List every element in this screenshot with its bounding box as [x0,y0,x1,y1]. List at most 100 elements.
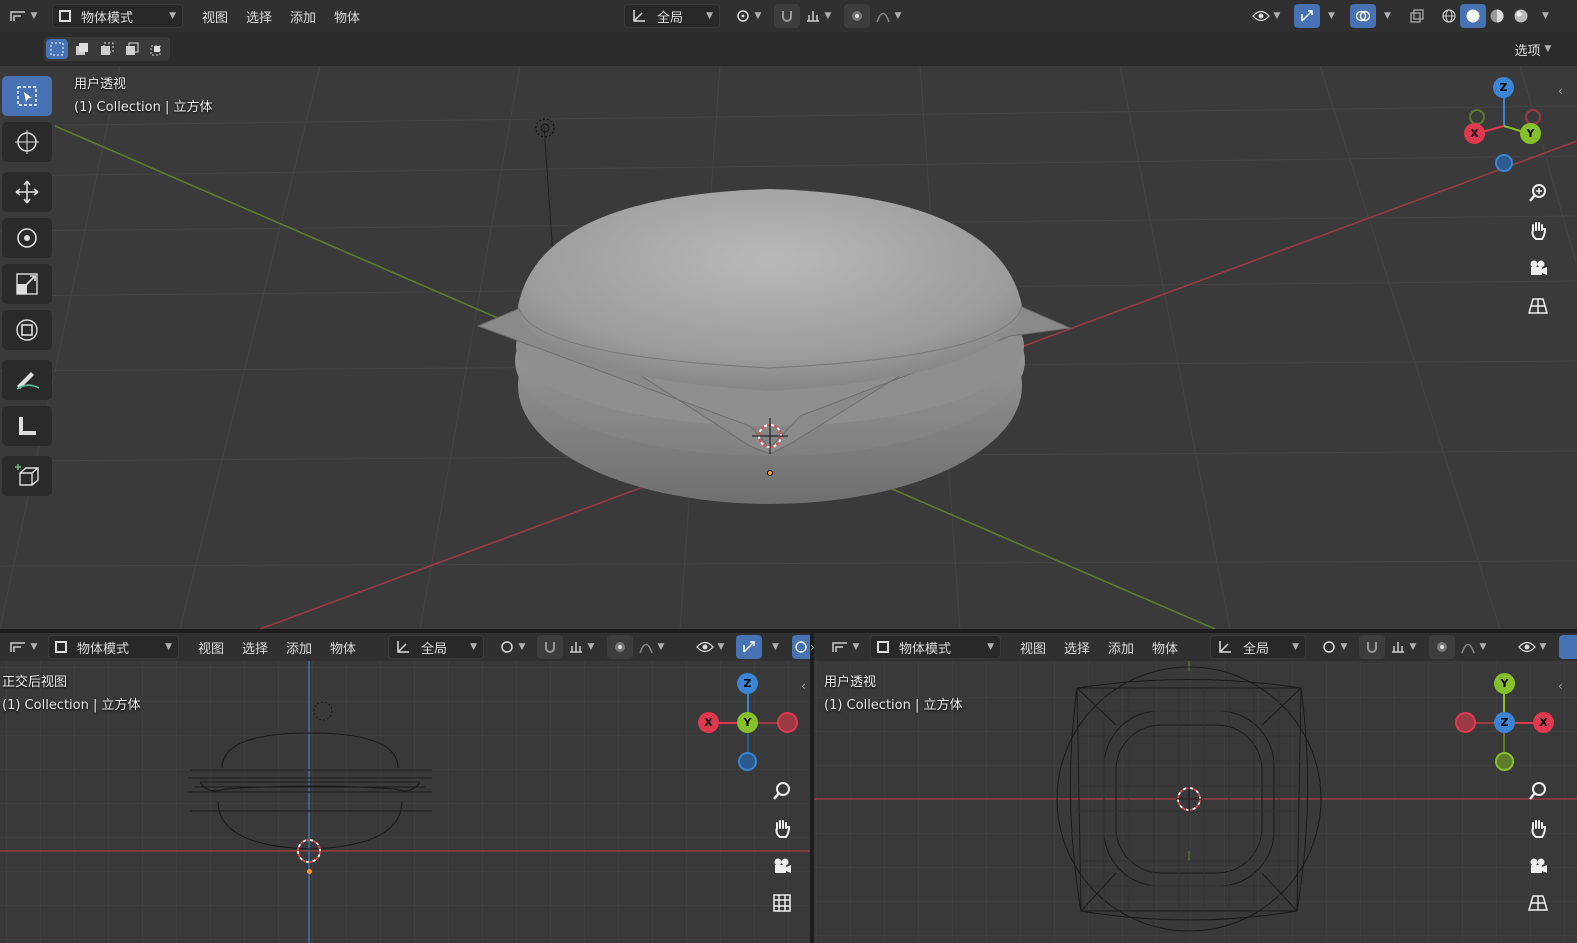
proportional-edit-toggle[interactable] [844,4,870,28]
select-subtract-button[interactable] [96,39,118,59]
sidebar-toggle-arrow[interactable]: ‹ [1558,84,1563,98]
tool-select-box[interactable] [2,76,52,116]
proportional-falloff-dropdown[interactable]: ▼ [870,4,906,28]
pan-button[interactable] [766,812,798,844]
tool-scale[interactable] [2,264,52,304]
zoom-button[interactable] [1522,775,1554,807]
menu-add[interactable]: 添加 [1099,635,1143,659]
proportional-edit-toggle[interactable] [1429,635,1455,659]
ortho-toggle-button[interactable] [766,887,798,919]
camera-view-button[interactable] [1522,850,1554,882]
menu-add[interactable]: 添加 [281,4,325,28]
menu-add[interactable]: 添加 [277,635,321,659]
camera-view-button[interactable] [766,850,798,882]
zoom-button[interactable] [1522,177,1554,209]
pivot-point-button[interactable]: ▼ [730,4,766,28]
gizmo-neg-x[interactable] [777,712,798,733]
menu-object[interactable]: 物体 [325,4,369,28]
menu-view[interactable]: 视图 [189,635,233,659]
gizmo-x[interactable]: X [1464,123,1485,144]
pivot-point-button[interactable]: ▼ [1316,635,1352,659]
gizmo-neg-z[interactable] [738,752,757,771]
select-difference-button[interactable] [121,39,143,59]
gizmo-z[interactable]: Z [737,673,758,694]
proportional-edit-toggle[interactable] [607,635,633,659]
gizmo-toggle[interactable] [736,635,762,659]
3d-cursor[interactable] [296,838,322,864]
menu-view[interactable]: 视图 [1011,635,1055,659]
editor-type-button[interactable]: ▼ [6,4,40,28]
navigation-gizmo[interactable]: Z X Y [1455,76,1545,176]
transform-orientation-dropdown[interactable]: 全局 ▼ [624,4,720,28]
pan-button[interactable] [1522,214,1554,246]
sidebar-toggle-arrow[interactable]: ‹ [801,679,806,693]
tool-move[interactable] [2,172,52,212]
sidebar-toggle-arrow-left[interactable]: › [810,640,815,654]
editor-type-button[interactable]: ▼ [6,635,40,659]
xray-toggle[interactable] [1404,4,1430,28]
gizmo-y[interactable]: Y [1520,123,1541,144]
light-object[interactable] [531,114,559,142]
tool-rotate[interactable] [2,218,52,258]
shading-wireframe[interactable] [1436,4,1462,28]
mode-dropdown[interactable]: 物体模式 ▼ [52,4,183,28]
select-intersect-button[interactable] [146,39,168,59]
snap-target-dropdown[interactable]: ▼ [1385,635,1421,659]
tool-transform[interactable] [2,310,52,350]
perspective-toggle-button[interactable] [1522,290,1554,322]
mode-dropdown[interactable]: 物体模式 ▼ [870,635,1001,659]
pivot-point-button[interactable]: ▼ [494,635,530,659]
snap-target-dropdown[interactable]: ▼ [800,4,836,28]
tool-annotate[interactable] [2,360,52,400]
proportional-falloff-dropdown[interactable]: ▼ [633,635,669,659]
tool-cursor[interactable] [2,122,52,162]
gizmo-toggle[interactable] [1294,4,1320,28]
gizmo-z[interactable]: Z [1493,77,1514,98]
gizmo-y[interactable]: Y [737,712,758,733]
snap-toggle[interactable] [774,4,800,28]
proportional-falloff-dropdown[interactable]: ▼ [1455,635,1491,659]
snap-toggle[interactable] [1359,635,1385,659]
menu-select[interactable]: 选择 [1055,635,1099,659]
zoom-button[interactable] [766,775,798,807]
visibility-dropdown[interactable]: ▼ [1514,635,1550,659]
gizmo-neg-x[interactable] [1455,712,1476,733]
select-new-button[interactable] [46,39,68,59]
perspective-toggle-button[interactable] [1522,887,1554,919]
gizmo-dropdown[interactable]: ▼ [772,642,779,652]
pan-button[interactable] [1522,812,1554,844]
gizmo-z[interactable]: Z [1494,712,1515,733]
shading-solid[interactable] [1460,4,1486,28]
overlays-dropdown[interactable]: ▼ [1384,11,1391,21]
select-extend-button[interactable] [71,39,93,59]
menu-object[interactable]: 物体 [1143,635,1187,659]
shading-dropdown[interactable]: ▼ [1542,11,1549,21]
overlays-toggle[interactable] [1350,4,1376,28]
menu-view[interactable]: 视图 [193,4,237,28]
shading-material[interactable] [1484,4,1510,28]
overlays-toggle[interactable] [792,635,810,659]
options-dropdown[interactable]: 选项 ▼ [1503,37,1563,61]
transform-orientation-dropdown[interactable]: 全局 ▼ [1210,635,1306,659]
menu-select[interactable]: 选择 [233,635,277,659]
gizmo-y[interactable]: Y [1494,673,1515,694]
sidebar-toggle-arrow[interactable]: ‹ [1558,679,1563,693]
gizmo-x[interactable]: X [1533,712,1554,733]
transform-orientation-dropdown[interactable]: 全局 ▼ [388,635,484,659]
visibility-dropdown[interactable]: ▼ [692,635,728,659]
shading-rendered[interactable] [1508,4,1534,28]
camera-view-button[interactable] [1522,252,1554,284]
bottom-left-viewport[interactable]: 正交后视图 (1) Collection | 立方体 Z X Y ‹ [0,661,810,943]
main-viewport[interactable]: 用户透视 (1) Collection | 立方体 Z X Y ‹ [0,66,1577,629]
3d-cursor[interactable] [1176,786,1202,812]
navigation-gizmo[interactable]: Z X Y [698,671,802,775]
3d-cursor[interactable] [752,418,788,454]
mode-dropdown[interactable]: 物体模式 ▼ [48,635,179,659]
gizmo-neg-z[interactable] [1495,154,1513,172]
snap-target-dropdown[interactable]: ▼ [563,635,599,659]
editor-type-button[interactable]: ▼ [828,635,862,659]
gizmo-x[interactable]: X [698,712,719,733]
gizmo-neg-y[interactable] [1495,752,1514,771]
gizmo-toggle[interactable] [1559,635,1577,659]
menu-select[interactable]: 选择 [237,4,281,28]
